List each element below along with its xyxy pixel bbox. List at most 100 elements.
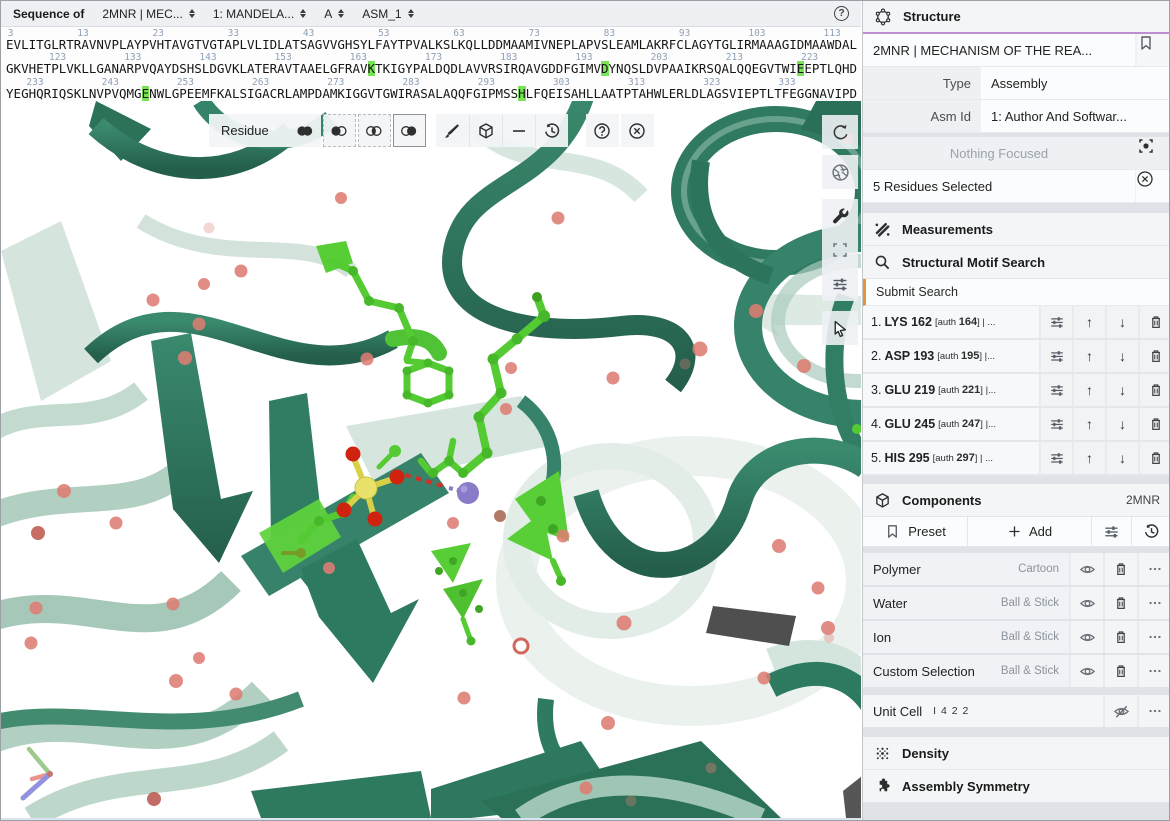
move-up-button[interactable]: ↑ [1072, 408, 1105, 440]
undo-selection-button[interactable] [535, 114, 568, 147]
delete-component-button[interactable] [1103, 553, 1137, 585]
subtract-selection-button[interactable] [323, 114, 356, 147]
clear-selection-button[interactable] [1135, 170, 1170, 202]
delete-residue-button[interactable] [1138, 442, 1170, 474]
theme-brush-button[interactable] [436, 114, 469, 147]
granularity-dropdown[interactable]: Residue [209, 114, 321, 147]
reset-camera-button[interactable] [822, 115, 858, 149]
assembly-symmetry-section-header[interactable]: Assembly Symmetry [863, 770, 1170, 803]
sequence-help-icon[interactable]: ? [834, 6, 849, 21]
preset-button[interactable]: Preset [863, 517, 967, 546]
density-section-header[interactable]: Density [863, 737, 1170, 770]
structure-select[interactable]: 2MNR | MEC... [102, 7, 194, 21]
delete-component-button[interactable] [1103, 587, 1137, 619]
residue-letters[interactable]: YEGHQRIQSKLNVPVQMGENWLGPEEMFKALSIGACRLAM… [1, 87, 861, 100]
visibility-toggle[interactable] [1069, 621, 1103, 653]
focus-camera-button[interactable] [1135, 137, 1170, 169]
settings-button[interactable] [822, 267, 858, 301]
eye-icon [1079, 629, 1096, 646]
components-section-header[interactable]: Components 2MNR [863, 484, 1170, 517]
sequence-panel[interactable]: 3132333435363738393103113EVLITGLRTRAVNVP… [1, 27, 861, 101]
create-component-button[interactable] [469, 114, 502, 147]
molecular-scene [1, 101, 861, 818]
motif-residue-label[interactable]: 3. GLU 219 [auth 221] |... [863, 374, 1039, 406]
sequence-of-label: Sequence of [13, 7, 84, 21]
sequence-row[interactable]: 3132333435363738393103113EVLITGLRTRAVNVP… [1, 27, 861, 51]
structure-section-header[interactable]: Structure [863, 1, 1170, 34]
structure-options-button[interactable] [1135, 34, 1170, 66]
operator-select[interactable]: ASM_1 [362, 7, 413, 21]
add-component-button[interactable]: Add [967, 517, 1091, 546]
move-up-button[interactable]: ↑ [1072, 306, 1105, 338]
selection-help-button[interactable] [586, 114, 619, 147]
trash-icon [1148, 314, 1164, 330]
type-value[interactable]: Assembly [981, 67, 1170, 99]
motif-residue-label[interactable]: 1. LYS 162 [auth 164] | ... [863, 306, 1039, 338]
screenshot-button[interactable] [822, 155, 858, 189]
visibility-toggle-off[interactable] [1103, 695, 1137, 727]
asm-id-row: Asm Id 1: Author And Softwar... [863, 100, 1170, 133]
chain-select[interactable]: A [324, 7, 344, 21]
delete-residue-button[interactable] [1138, 374, 1170, 406]
component-options-button[interactable] [1091, 517, 1131, 546]
move-down-button[interactable]: ↓ [1105, 374, 1138, 406]
metal-ion[interactable] [457, 482, 479, 504]
visibility-toggle[interactable] [1069, 587, 1103, 619]
motif-residue-label[interactable]: 2. ASP 193 [auth 195] |... [863, 340, 1039, 372]
entity-select[interactable]: 1: MANDELA... [213, 7, 306, 21]
expand-button[interactable] [822, 233, 858, 267]
subtract-component-button[interactable] [502, 114, 535, 147]
structure-title-row: 2MNR | MECHANISM OF THE REA... [863, 34, 1170, 67]
submit-search-button[interactable]: Submit Search [863, 279, 1170, 306]
delete-residue-button[interactable] [1138, 408, 1170, 440]
move-down-button[interactable]: ↓ [1105, 442, 1138, 474]
measurements-section-header[interactable]: Measurements [863, 213, 1170, 246]
more-options-button[interactable] [1137, 621, 1170, 653]
toggle-controls-button[interactable] [822, 199, 858, 233]
intersect-selection-button[interactable] [358, 114, 391, 147]
move-down-button[interactable]: ↓ [1105, 408, 1138, 440]
sequence-row[interactable]: 123133143153163173183193203213223GKVHETP… [1, 51, 861, 75]
select-arrows-icon [338, 9, 344, 18]
residue-options-button[interactable] [1039, 374, 1072, 406]
move-up-button[interactable]: ↑ [1072, 442, 1105, 474]
visibility-toggle[interactable] [1069, 655, 1103, 687]
more-options-button[interactable] [1137, 695, 1170, 727]
move-up-button[interactable]: ↑ [1072, 340, 1105, 372]
asm-id-value[interactable]: 1: Author And Softwar... [981, 100, 1170, 132]
more-options-button[interactable] [1137, 587, 1170, 619]
residue-letters[interactable]: GKVHETPLVKLLGANARPVQAYDSHSLDGVKLATERAVTA… [1, 62, 861, 75]
more-options-button[interactable] [1137, 655, 1170, 687]
move-up-button[interactable]: ↑ [1072, 374, 1105, 406]
trash-icon [1113, 595, 1129, 611]
selection-mode-toggle[interactable] [822, 311, 858, 345]
motif-residue-label[interactable]: 4. GLU 245 [auth 247] |... [863, 408, 1039, 440]
residue-options-button[interactable] [1039, 306, 1072, 338]
motif-residue-label[interactable]: 5. HIS 295 [auth 297] | ... [863, 442, 1039, 474]
residue-options-button[interactable] [1039, 340, 1072, 372]
set-selection-button[interactable] [393, 114, 426, 147]
residue-letters[interactable]: EVLITGLRTRAVNVPLAYPVHTAVGTVGTAPLVLIDLATS… [1, 38, 861, 51]
select-all-icon[interactable] [295, 123, 315, 139]
visibility-toggle[interactable] [1069, 553, 1103, 585]
move-down-button[interactable]: ↓ [1105, 306, 1138, 338]
bookmark-icon [1137, 34, 1155, 52]
residue-options-button[interactable] [1039, 408, 1072, 440]
delete-component-button[interactable] [1103, 621, 1137, 653]
set-selection-icon [399, 123, 419, 139]
more-options-button[interactable] [1137, 553, 1170, 585]
viewport-3d-canvas[interactable]: Residue [1, 101, 861, 818]
structure-title[interactable]: 2MNR | MECHANISM OF THE REA... [863, 34, 1135, 66]
residue-options-button[interactable] [1039, 442, 1072, 474]
close-toolbar-button[interactable] [621, 114, 654, 147]
motif-search-section-header[interactable]: Structural Motif Search [863, 246, 1170, 279]
sequence-row[interactable]: 233243253263273283293303313323333YEGHQRI… [1, 76, 861, 100]
move-down-button[interactable]: ↓ [1105, 340, 1138, 372]
intersect-selection-icon [364, 123, 384, 139]
delete-component-button[interactable] [1103, 655, 1137, 687]
delete-residue-button[interactable] [1138, 306, 1170, 338]
selection-status-row: 5 Residues Selected [863, 170, 1170, 203]
component-history-button[interactable] [1131, 517, 1170, 546]
delete-residue-button[interactable] [1138, 340, 1170, 372]
motif-residue-row: 4. GLU 245 [auth 247] |... ↑ ↓ [863, 408, 1170, 442]
